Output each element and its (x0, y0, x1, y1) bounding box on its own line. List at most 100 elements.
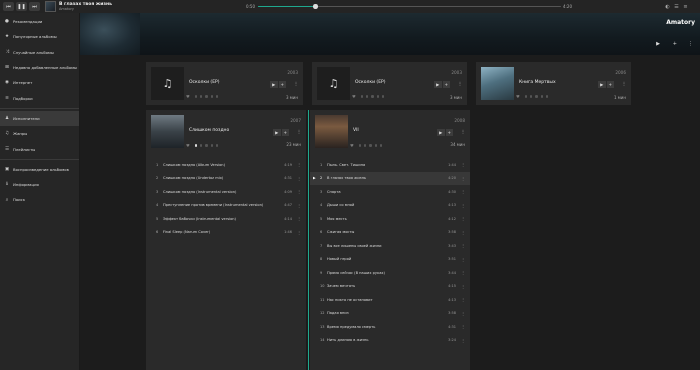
track-more-icon[interactable]: ⋮ (297, 230, 301, 235)
volume-icon[interactable]: ◐ (664, 4, 671, 10)
rating-star[interactable] (205, 144, 208, 147)
sidebar-item[interactable]: ▣ Воспроизведение альбомов (0, 162, 79, 177)
more-icon[interactable]: ⋮ (294, 81, 299, 88)
track-more-icon[interactable]: ⋮ (461, 257, 465, 262)
rating-star[interactable] (360, 95, 364, 98)
track-more-icon[interactable]: ⋮ (461, 311, 465, 316)
sidebar-item[interactable]: ⊞ Недавно добавленные альбомы (0, 60, 79, 75)
rating-star[interactable] (366, 95, 369, 98)
seek-slider[interactable] (258, 4, 561, 9)
next-icon[interactable]: ⏭ (29, 2, 40, 11)
sidebar-item[interactable]: ⤨ Случайные альбомы (0, 45, 79, 60)
add-icon[interactable]: + (278, 81, 286, 88)
queue-icon[interactable]: ☰ (673, 4, 680, 10)
sidebar-item[interactable]: ◉ Интернет (0, 75, 79, 90)
add-icon[interactable]: + (442, 81, 450, 88)
add-icon[interactable]: + (673, 41, 677, 47)
album-card[interactable]: ♫ Осколки (EP) 2003 3 мин ▶ + ⋮ ♥ (146, 62, 303, 105)
sidebar-item[interactable]: ★ Популярные альбомы (0, 29, 79, 44)
track-more-icon[interactable]: ⋮ (461, 284, 465, 289)
track-row[interactable]: 4 Дыши со мной 4:13 ⋮ (310, 199, 470, 212)
album-cover[interactable]: ♫ (151, 67, 184, 100)
track-more-icon[interactable]: ⋮ (461, 162, 465, 167)
track-row[interactable]: 3 Слишком поздно (Instrumental version) 4:… (146, 185, 306, 198)
play-icon[interactable]: ▶ (270, 81, 278, 88)
rating-star[interactable] (215, 144, 219, 147)
track-row[interactable]: 6 Final Sleep (Narum Cover) 1:46 ⋮ (146, 226, 306, 239)
track-more-icon[interactable]: ⋮ (461, 216, 465, 221)
more-icon[interactable]: ⋮ (461, 129, 466, 136)
track-row[interactable]: 5 Эффект бабочки (Instrumental version) 4:… (146, 212, 306, 225)
track-row[interactable]: 13 Время предумало смерть 4:31 ⋮ (310, 320, 470, 333)
track-more-icon[interactable]: ⋮ (461, 189, 465, 194)
play-icon[interactable]: ▶ (273, 129, 281, 136)
track-row[interactable]: 5 Моя месть 4:12 ⋮ (310, 212, 470, 225)
track-more-icon[interactable]: ⋮ (297, 203, 301, 208)
track-more-icon[interactable]: ⋮ (297, 176, 301, 181)
play-icon[interactable]: ▶ (598, 81, 606, 88)
rating-star[interactable] (545, 95, 549, 98)
album-title[interactable]: Осколки (EP) (355, 80, 386, 85)
heart-icon[interactable]: ♥ (352, 94, 356, 99)
album-cover[interactable] (481, 67, 514, 100)
rating-star[interactable] (358, 144, 362, 147)
heart-icon[interactable]: ♥ (350, 143, 354, 148)
rating-star[interactable] (371, 95, 374, 98)
heart-icon[interactable]: ♥ (516, 94, 520, 99)
play-icon[interactable]: ▶ (437, 129, 445, 136)
album-card[interactable]: VII 2008 34 мин ▶ + ⋮ ♥ 1 Пыль. Свет. Тишина 1:44… (310, 110, 470, 370)
sidebar-item[interactable]: ♫ Жанры (0, 126, 79, 141)
sidebar-item[interactable]: ℹ Информация (0, 177, 79, 192)
rating-star[interactable] (376, 95, 379, 98)
more-icon[interactable]: ⋮ (458, 81, 463, 88)
track-row[interactable]: 1 Слишком поздно (Album Version) 4:19 ⋮ (146, 158, 306, 171)
now-playing-cover[interactable] (45, 1, 56, 12)
album-card[interactable]: Книга Мертвых 2006 1 мин ▶ + ⋮ ♥ (476, 62, 631, 105)
rating-star[interactable] (215, 95, 219, 98)
rating-star[interactable] (205, 95, 208, 98)
track-more-icon[interactable]: ⋮ (461, 230, 465, 235)
track-more-icon[interactable]: ⋮ (461, 203, 465, 208)
sidebar-item[interactable]: ♟ Исполнители (0, 110, 79, 127)
track-more-icon[interactable]: ⋮ (461, 243, 465, 248)
track-row[interactable]: 2 Слишком поздно (Undertoz mix) 4:31 ⋮ (146, 172, 306, 185)
play-icon[interactable]: ▶ (434, 81, 442, 88)
sidebar-item[interactable]: ⌕ Поиск (0, 192, 79, 207)
track-row[interactable]: ▶ 2 В глазах твоя жизнь 4:20 ⋮ (310, 171, 470, 185)
sidebar-item[interactable]: ● Рекомендации (0, 14, 79, 29)
track-row[interactable]: 11 Нас никто не остановит 4:13 ⋮ (310, 293, 470, 306)
rating-star[interactable] (210, 95, 213, 98)
sidebar-item[interactable]: ≡ Подборки (0, 90, 79, 105)
rating-star[interactable] (200, 144, 203, 147)
track-row[interactable]: 14 Нить длиною в жизнь 3:24 ⋮ (310, 334, 470, 347)
rating-star[interactable] (379, 144, 383, 147)
rating-star[interactable] (524, 95, 528, 98)
track-more-icon[interactable]: ⋮ (461, 270, 465, 275)
rating-star[interactable] (210, 144, 213, 147)
album-cover[interactable]: ♫ (317, 67, 350, 100)
rating-star[interactable] (530, 95, 533, 98)
album-title[interactable]: VII (353, 128, 359, 133)
album-card[interactable]: Слишком поздно 2007 23 мин ▶ + ⋮ ♥ 1 Слишком поз… (146, 110, 306, 370)
track-row[interactable]: 12 Падая вниз 3:58 ⋮ (310, 307, 470, 320)
rating-star[interactable] (381, 95, 385, 98)
rating-star[interactable] (369, 144, 372, 147)
play-icon[interactable]: ▶ (656, 41, 660, 47)
track-row[interactable]: 4 Преступление против времени (Instrument… (146, 199, 306, 212)
heart-icon[interactable]: ♥ (186, 143, 190, 148)
more-icon[interactable]: ⋮ (688, 41, 693, 47)
track-more-icon[interactable]: ⋮ (461, 297, 465, 302)
rating-star[interactable] (194, 144, 198, 147)
rating-star[interactable] (364, 144, 367, 147)
rating-star[interactable] (200, 95, 203, 98)
rating-star[interactable] (194, 95, 198, 98)
track-row[interactable]: 6 Сжигая мосты 3:58 ⋮ (310, 226, 470, 239)
pause-icon[interactable]: ❚❚ (16, 2, 27, 11)
track-row[interactable]: 7 Вы все лишены своей жизни 3:43 ⋮ (310, 239, 470, 252)
track-row[interactable]: 8 Новый герой 3:51 ⋮ (310, 253, 470, 266)
add-icon[interactable]: + (281, 129, 289, 136)
track-more-icon[interactable]: ⋮ (297, 216, 301, 221)
sidebar-item[interactable]: ☰ Плейлисты (0, 141, 79, 156)
album-cover[interactable] (315, 115, 348, 148)
seek-handle[interactable] (313, 4, 318, 9)
